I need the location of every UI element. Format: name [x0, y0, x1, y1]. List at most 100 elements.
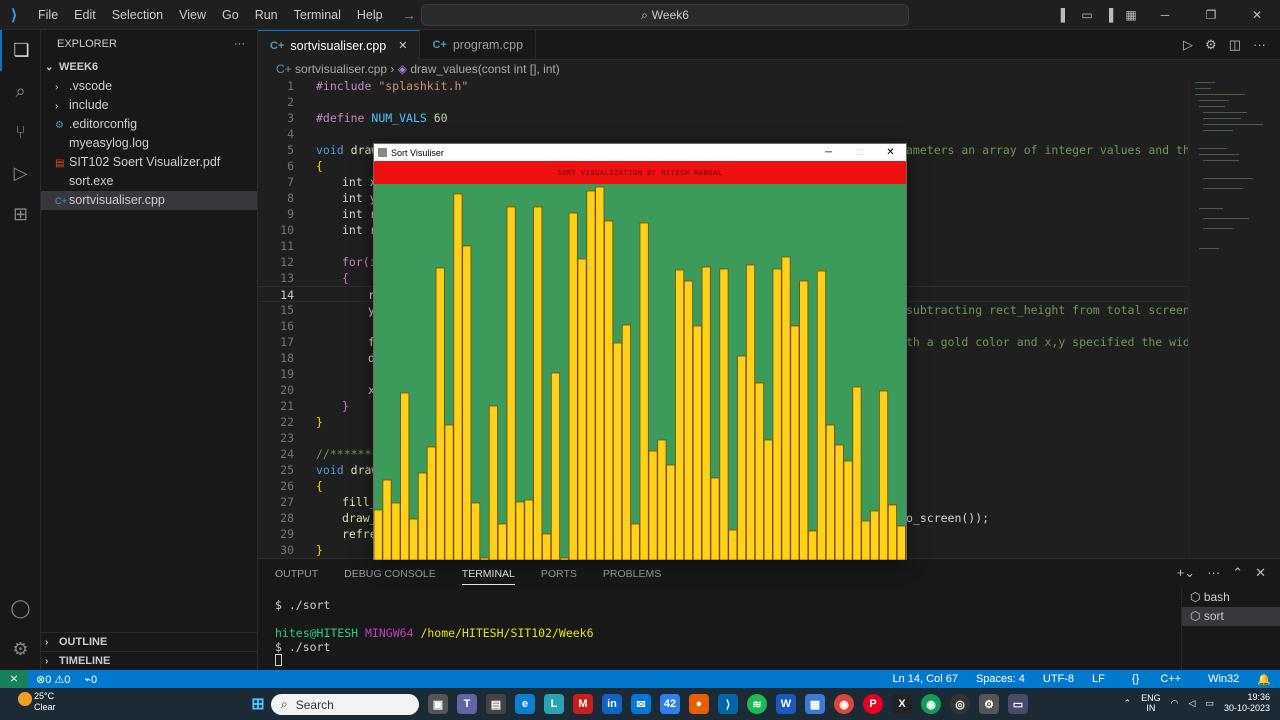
battery-icon[interactable]: ▭: [1205, 698, 1214, 709]
extensions-icon[interactable]: ⊞: [0, 194, 41, 235]
spotify-icon[interactable]: ≋: [747, 694, 767, 714]
notifications-app-icon[interactable]: 42: [660, 694, 680, 714]
edge-icon[interactable]: e: [515, 694, 535, 714]
more-actions-icon[interactable]: ···: [234, 38, 245, 50]
menu-file[interactable]: File: [30, 0, 66, 30]
problems-indicator[interactable]: ⊗0 ⚠0: [36, 673, 70, 686]
encoding[interactable]: UTF-8: [1034, 673, 1083, 685]
new-terminal-icon[interactable]: +⌄: [1177, 565, 1195, 581]
github-icon[interactable]: ◎: [950, 694, 970, 714]
tree-item-pdf[interactable]: ▤ SIT102 Soert Visualizer.pdf: [41, 153, 257, 172]
menu-selection[interactable]: Selection: [104, 0, 171, 30]
maximize-icon[interactable]: □: [844, 147, 875, 158]
close-tab-icon[interactable]: ✕: [398, 39, 407, 52]
terminal-output[interactable]: $ ./sort hites@HITESH MINGW64 /home/HITE…: [275, 598, 594, 668]
tree-item-myeasylog[interactable]: myeasylog.log: [41, 134, 257, 153]
source-control-icon[interactable]: ⑂: [0, 112, 41, 153]
tree-item-vscode[interactable]: › .vscode: [41, 77, 257, 96]
tab-output[interactable]: OUTPUT: [275, 568, 318, 585]
window-titlebar[interactable]: Sort Visuliser ─ □ ✕: [374, 144, 906, 161]
tab-ports[interactable]: PORTS: [541, 568, 577, 585]
notepad-icon[interactable]: ▦: [805, 694, 825, 714]
close-icon[interactable]: ✕: [1234, 8, 1280, 22]
windows-start-icon[interactable]: ⊞: [248, 694, 268, 714]
remote-indicator-icon[interactable]: ⨯: [0, 670, 28, 688]
run-debug-icon[interactable]: ▷: [0, 153, 41, 194]
close-icon[interactable]: ✕: [875, 147, 906, 158]
restore-icon[interactable]: ❐: [1188, 8, 1234, 22]
workspace-root[interactable]: ⌄ WEEK6: [41, 58, 257, 77]
toggle-panel-icon[interactable]: ▭: [1076, 8, 1098, 22]
split-editor-icon[interactable]: ◫: [1229, 37, 1241, 53]
wifi-icon[interactable]: ◠: [1171, 698, 1179, 709]
explorer-icon[interactable]: ❏: [0, 30, 41, 71]
back-arrow-icon[interactable]: ←: [372, 7, 386, 23]
outline-section[interactable]: › OUTLINE: [41, 632, 258, 651]
mcafee-icon[interactable]: M: [573, 694, 593, 714]
platform-config[interactable]: Win32: [1199, 673, 1248, 685]
menu-run[interactable]: Run: [247, 0, 286, 30]
timeline-section[interactable]: › TIMELINE: [41, 651, 258, 670]
terminal-item-bash[interactable]: ⬡ bash: [1182, 588, 1280, 607]
sort-app-icon[interactable]: ▭: [1008, 694, 1028, 714]
search-icon[interactable]: ⌕: [0, 71, 41, 112]
volume-icon[interactable]: ◁: [1189, 698, 1196, 709]
clock[interactable]: 19:36 30-10-2023: [1224, 692, 1270, 714]
notifications-icon[interactable]: 🔔: [1248, 673, 1280, 686]
close-panel-icon[interactable]: ✕: [1255, 565, 1266, 581]
firefox-icon[interactable]: ●: [689, 694, 709, 714]
tab-problems[interactable]: PROBLEMS: [603, 568, 661, 585]
taskbar-search[interactable]: ⌕ Search: [271, 694, 419, 715]
more-actions-icon[interactable]: ···: [1253, 37, 1266, 53]
language-mode[interactable]: {} C++: [1114, 673, 1199, 685]
menu-edit[interactable]: Edit: [66, 0, 104, 30]
word-icon[interactable]: W: [776, 694, 796, 714]
mail-icon[interactable]: ✉: [631, 694, 651, 714]
file-explorer-icon[interactable]: ▤: [486, 694, 506, 714]
menu-terminal[interactable]: Terminal: [286, 0, 349, 30]
sort-visualiser-window[interactable]: Sort Visuliser ─ □ ✕ SORT VISUALIZATION …: [373, 143, 907, 560]
cursor-position[interactable]: Ln 14, Col 67: [884, 673, 967, 685]
task-view-icon[interactable]: ▣: [428, 694, 448, 714]
lucid-icon[interactable]: L: [544, 694, 564, 714]
forward-arrow-icon[interactable]: →: [402, 7, 416, 23]
weather-widget[interactable]: 25°C Clear: [18, 691, 56, 713]
tray-overflow-icon[interactable]: ⌃: [1124, 698, 1132, 709]
tree-item-sortvisualiser[interactable]: C+ sortvisualiser.cpp: [41, 191, 257, 210]
language-indicator[interactable]: ENG IN: [1141, 693, 1161, 713]
toggle-secondary-sidebar-icon[interactable]: ▐: [1098, 8, 1120, 22]
chrome-profile-icon[interactable]: ◉: [921, 694, 941, 714]
menu-view[interactable]: View: [171, 0, 214, 30]
end-of-line[interactable]: LF: [1083, 673, 1114, 685]
tree-item-editorconfig[interactable]: ⚙ .editorconfig: [41, 115, 257, 134]
settings-gear-icon[interactable]: ⚙: [0, 629, 41, 670]
command-center[interactable]: ⌕ Week6: [421, 4, 909, 26]
customize-layout-icon[interactable]: ▦: [1120, 8, 1142, 22]
minimize-icon[interactable]: ─: [1142, 8, 1188, 22]
more-actions-icon[interactable]: ···: [1207, 565, 1220, 581]
tab-program[interactable]: C+ program.cpp: [420, 30, 537, 60]
tree-item-sort-exe[interactable]: sort.exe: [41, 172, 257, 191]
maximize-panel-icon[interactable]: ⌃: [1232, 565, 1243, 581]
toggle-sidebar-icon[interactable]: ▌: [1054, 8, 1076, 22]
tab-terminal[interactable]: TERMINAL: [461, 568, 515, 585]
pinterest-icon[interactable]: P: [863, 694, 883, 714]
tab-debug-console[interactable]: DEBUG CONSOLE: [344, 568, 436, 585]
menu-go[interactable]: Go: [214, 0, 247, 30]
terminal-item-sort[interactable]: ⬡ sort: [1182, 607, 1280, 626]
tree-item-include[interactable]: › include: [41, 96, 257, 115]
ports-indicator[interactable]: ⌁0: [84, 673, 97, 686]
teams-icon[interactable]: T: [457, 694, 477, 714]
x-app-icon[interactable]: X: [892, 694, 912, 714]
tab-sortvisualiser[interactable]: C+ sortvisualiser.cpp ✕: [258, 30, 421, 60]
minimap[interactable]: [1188, 78, 1280, 558]
chrome-icon[interactable]: ◉: [834, 694, 854, 714]
account-icon[interactable]: ◯: [0, 588, 41, 629]
run-icon[interactable]: ▷: [1183, 37, 1193, 53]
breadcrumb-symbol[interactable]: draw_values(const int [], int): [410, 62, 559, 76]
minimize-icon[interactable]: ─: [813, 147, 844, 158]
indentation[interactable]: Spaces: 4: [967, 673, 1034, 685]
breadcrumb-file[interactable]: sortvisualiser.cpp: [295, 62, 387, 76]
vscode-taskbar-icon[interactable]: ⟩: [718, 694, 738, 714]
linkedin-icon[interactable]: in: [602, 694, 622, 714]
